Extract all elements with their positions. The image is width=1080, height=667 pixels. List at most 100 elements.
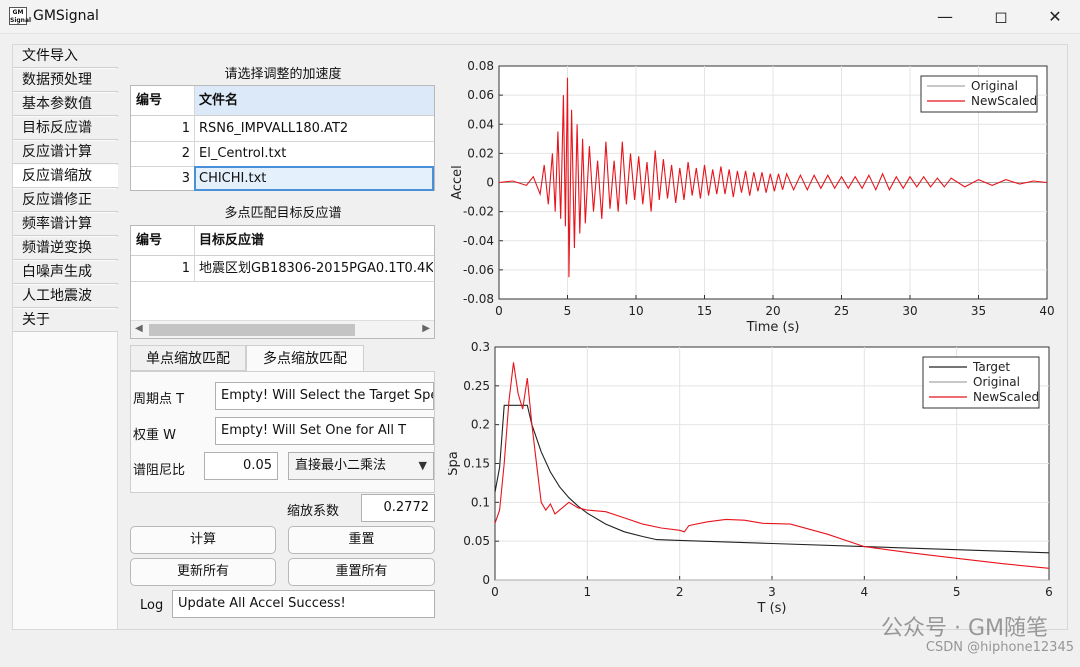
x-tick-label: 5 (564, 304, 572, 318)
scale-factor-label: 缩放系数 (287, 504, 340, 519)
close-icon[interactable]: ✕ (1040, 5, 1070, 29)
title-bar: GM Signal GMSignal — ◻ ✕ (0, 0, 1080, 34)
y-tick-label: 0 (482, 573, 490, 587)
y-tick-label: 0.06 (467, 88, 494, 102)
x-tick-label: 4 (861, 585, 869, 599)
row-id: 1 (181, 121, 190, 136)
row-id: 3 (181, 171, 190, 186)
response-spectrum-chart: 0 1 2 3 4 5 6 0.3 0.25 0.2 0.15 0.1 0.05 0 T (s) Spa Tar… (448, 340, 1053, 616)
reset-button[interactable]: 重置 (288, 526, 435, 554)
accel-header-id[interactable]: 编号 (131, 86, 194, 116)
horizontal-scrollbar[interactable]: ◀ ▶ (131, 320, 434, 338)
x-tick-label: 10 (628, 304, 643, 318)
y-tick-label: 0.1 (471, 495, 490, 509)
compute-button[interactable]: 计算 (130, 526, 276, 554)
row-filename: RSN6_IMPVALL180.AT2 (199, 121, 349, 136)
y-tick-label: -0.04 (463, 234, 494, 248)
period-input[interactable]: Empty! Will Select the Target Spec T (215, 382, 434, 410)
x-tick-label: 5 (953, 585, 961, 599)
sidebar: 文件导入 数据预处理 基本参数值 目标反应谱 反应谱计算 反应谱缩放 反应谱修正 频率谱计算频… (12, 44, 119, 630)
x-tick-label: 0 (495, 304, 503, 318)
y-axis-label: Accel (450, 165, 465, 200)
watermark: 公众号 · GM随笔 (880, 616, 1048, 641)
row-id: 1 (181, 261, 190, 276)
y-tick-label: 0 (486, 176, 494, 190)
x-tick-label: 3 (768, 585, 776, 599)
sidebar-item-7[interactable]: 反应谱修正 (13, 189, 119, 212)
y-tick-label: 0.02 (467, 146, 494, 160)
watermark-sub: CSDN @hiphone12345 (925, 640, 1074, 655)
row-filename: El_Centrol.txt (199, 146, 287, 161)
sidebar-item-1[interactable]: 文件导入 (13, 45, 119, 68)
x-tick-label: 1 (584, 585, 592, 599)
sidebar-item-6[interactable]: 反应谱缩放 (13, 165, 119, 188)
scroll-right-icon[interactable]: ▶ (422, 323, 430, 334)
sidebar-item-8[interactable]: 频率谱计算 (13, 213, 119, 236)
legend-label: Target (972, 360, 1010, 374)
legend-label: NewScaled (973, 390, 1039, 404)
sidebar-item-11[interactable]: 人工地震波 (13, 285, 119, 308)
sidebar-item-3[interactable]: 基本参数值 (13, 93, 119, 116)
accel-table: 编号 文件名 1 RSN6_IMPVALL180.AT2 2 El_Centro… (130, 85, 435, 191)
weight-input[interactable]: Empty! Will Set One for All T (215, 417, 434, 445)
legend-label: Original (971, 79, 1018, 93)
log-label: Log (140, 598, 164, 613)
target-table: 编号 目标反应谱 1 地震区划GB18306-2015PGA0.1T0.4K10… (130, 225, 435, 339)
x-axis-label: Time (s) (746, 320, 800, 335)
row-spectrum: 地震区划GB18306-2015PGA0.1T0.4K10 (199, 261, 433, 276)
minimize-icon[interactable]: — (930, 5, 960, 29)
scroll-left-icon[interactable]: ◀ (135, 323, 143, 334)
scaling-panel: 请选择调整的加速度 编号 文件名 1 RSN6_IMPVALL180.AT2 2… (118, 44, 448, 630)
sidebar-item-10[interactable]: 白噪声生成 (13, 261, 119, 284)
x-tick-label: 35 (971, 304, 986, 318)
y-tick-label: -0.08 (463, 292, 494, 306)
window-title: GMSignal (33, 8, 99, 24)
target-header-spectrum[interactable]: 目标反应谱 (194, 226, 434, 256)
x-tick-label: 2 (676, 585, 684, 599)
x-tick-label: 15 (697, 304, 712, 318)
x-tick-label: 25 (834, 304, 849, 318)
reset-all-button[interactable]: 重置所有 (288, 558, 435, 586)
scrollbar-thumb[interactable] (149, 324, 355, 336)
method-dropdown[interactable]: 直接最小二乘法 ▼ (288, 452, 434, 480)
damping-label: 谱阻尼比 (133, 463, 186, 478)
legend-label: Original (973, 375, 1020, 389)
x-tick-label: 20 (765, 304, 780, 318)
y-tick-label: -0.02 (463, 205, 494, 219)
target-table-caption: 多点匹配目标反应谱 (224, 206, 342, 221)
y-tick-label: -0.06 (463, 263, 494, 277)
y-tick-label: 0.3 (471, 340, 490, 354)
tab-single-point[interactable]: 单点缩放匹配 (130, 345, 246, 371)
x-tick-label: 40 (1039, 304, 1054, 318)
method-selected: 直接最小二乘法 (295, 458, 387, 473)
x-axis-label: T (s) (757, 601, 787, 616)
accel-header-filename[interactable]: 文件名 (194, 86, 434, 116)
sidebar-item-4[interactable]: 目标反应谱 (13, 117, 119, 140)
sidebar-item-12[interactable]: 关于 (13, 309, 119, 332)
log-output: Update All Accel Success! (172, 590, 435, 618)
scale-factor-value[interactable]: 0.2772 (361, 494, 435, 522)
x-tick-label: 30 (902, 304, 917, 318)
row-id: 2 (181, 146, 190, 161)
legend-label: NewScaled (971, 94, 1037, 108)
x-tick-label: 0 (491, 585, 499, 599)
y-tick-label: 0.04 (467, 117, 494, 131)
target-header-id[interactable]: 编号 (131, 226, 194, 256)
y-tick-label: 0.2 (471, 418, 490, 432)
sidebar-item-2[interactable]: 数据预处理 (13, 69, 119, 92)
x-tick-label: 6 (1045, 585, 1053, 599)
tab-multi-point[interactable]: 多点缩放匹配 (246, 345, 364, 372)
plot-area: 0 5 10 15 20 25 30 35 40 0.08 0.06 0.04 0.02 0 -0.02 -0… (448, 44, 1068, 630)
y-tick-label: 0.15 (463, 457, 490, 471)
row-filename: CHICHI.txt (199, 171, 267, 186)
sidebar-item-5[interactable]: 反应谱计算 (13, 141, 119, 164)
chevron-down-icon: ▼ (418, 459, 427, 472)
damping-input[interactable]: 0.05 (204, 452, 278, 480)
update-all-button[interactable]: 更新所有 (130, 558, 276, 586)
y-axis-label: Spa (448, 451, 461, 475)
period-label: 周期点 T (133, 392, 185, 407)
y-tick-label: 0.25 (463, 379, 490, 393)
weight-label: 权重 W (133, 428, 176, 443)
maximize-icon[interactable]: ◻ (986, 5, 1016, 29)
sidebar-item-9[interactable]: 频谱逆变换 (13, 237, 119, 260)
